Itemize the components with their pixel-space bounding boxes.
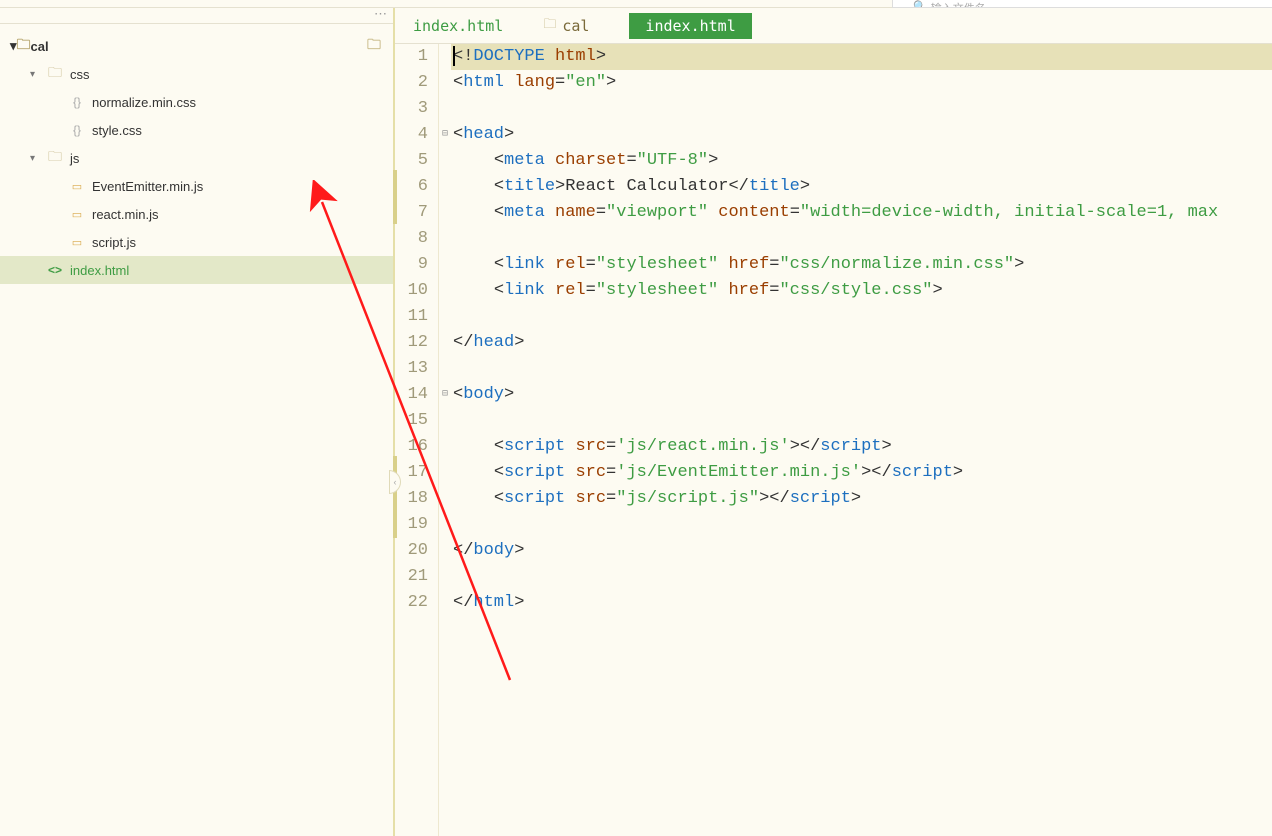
tree-label: script.js: [92, 235, 136, 250]
breadcrumb-folder[interactable]: 🗀 cal: [543, 15, 589, 37]
tab-label: index.html: [645, 17, 735, 35]
tree-folder-css[interactable]: ▾ 🗀 css: [0, 60, 393, 88]
folder-icon: 🗀: [543, 15, 556, 37]
tree-root-cal[interactable]: ▾ 🗀 cal 🗀: [0, 32, 393, 60]
folder-icon: 🗀: [46, 62, 64, 86]
tree-file-react-js[interactable]: ▭ react.min.js: [0, 200, 393, 228]
folder-icon: 🗀: [46, 146, 64, 170]
code-editor[interactable]: 12345678910111213141516171819202122 ⊟⊟ <…: [395, 44, 1272, 836]
folder-open-icon: 🗀: [367, 34, 381, 58]
line-gutter: 12345678910111213141516171819202122: [395, 44, 439, 836]
breadcrumb-label: index.html: [413, 17, 503, 35]
tree-label: js: [70, 151, 79, 166]
project-tree: ▾ 🗀 cal 🗀 ▾ 🗀 css {} normalize.min.css {…: [0, 24, 393, 284]
sidebar-header[interactable]: [0, 8, 393, 24]
active-editor-tab[interactable]: index.html: [629, 13, 751, 39]
editor-area: index.html 🗀 cal index.html 123456789101…: [395, 8, 1272, 836]
breadcrumb-bar: index.html 🗀 cal index.html: [395, 8, 1272, 44]
tree-label: css: [70, 67, 90, 82]
js-file-icon: ▭: [68, 236, 86, 249]
tree-label: style.css: [92, 123, 142, 138]
tree-file-normalize-css[interactable]: {} normalize.min.css: [0, 88, 393, 116]
tree-label: react.min.js: [92, 207, 158, 222]
tree-label: normalize.min.css: [92, 95, 196, 110]
breadcrumb-file[interactable]: index.html: [413, 17, 503, 35]
tree-label: index.html: [70, 263, 129, 278]
html-file-icon: <>: [46, 263, 64, 277]
breadcrumb-label: cal: [562, 17, 589, 35]
chevron-down-icon: ▾: [30, 153, 42, 164]
project-sidebar: ▾ 🗀 cal 🗀 ▾ 🗀 css {} normalize.min.css {…: [0, 8, 395, 836]
code-content[interactable]: <!DOCTYPE html><html lang="en"><head> <m…: [451, 44, 1272, 836]
change-marker: [393, 170, 397, 224]
change-marker: [393, 456, 397, 538]
js-file-icon: ▭: [68, 208, 86, 221]
tree-file-index-html[interactable]: <> index.html: [0, 256, 393, 284]
tree-folder-js[interactable]: ▾ 🗀 js: [0, 144, 393, 172]
tree-file-style-css[interactable]: {} style.css: [0, 116, 393, 144]
chevron-down-icon: ▾: [30, 69, 42, 80]
search-input[interactable]: 🔍 输入文件名: [892, 0, 1272, 8]
tree-label: cal: [31, 39, 49, 54]
search-placeholder: 输入文件名: [931, 0, 986, 8]
tree-file-eventemitter-js[interactable]: ▭ EventEmitter.min.js: [0, 172, 393, 200]
css-file-icon: {}: [68, 123, 86, 137]
js-file-icon: ▭: [68, 180, 86, 193]
fold-column[interactable]: ⊟⊟: [439, 44, 451, 836]
tree-file-script-js[interactable]: ▭ script.js: [0, 228, 393, 256]
css-file-icon: {}: [68, 95, 86, 109]
folder-icon: 🗀: [17, 34, 31, 58]
tree-label: EventEmitter.min.js: [92, 179, 203, 194]
